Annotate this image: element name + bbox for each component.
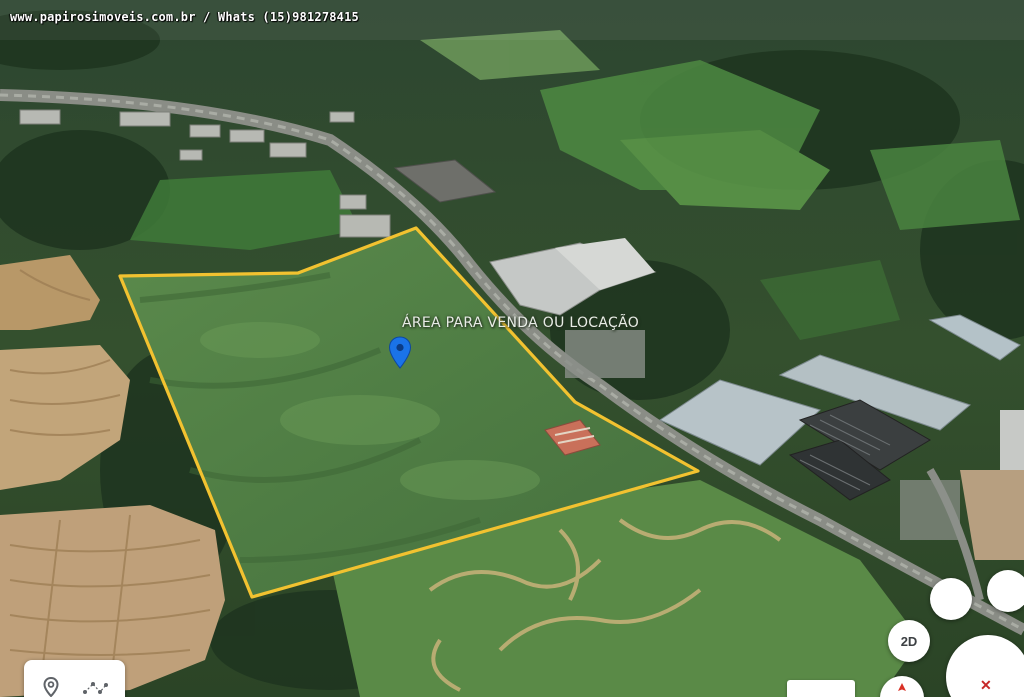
close-icon: ✕ <box>980 677 992 693</box>
view-mode-2d-button[interactable]: 2D <box>888 620 930 662</box>
route-icon[interactable] <box>82 680 108 697</box>
map-control-button[interactable] <box>987 570 1024 612</box>
location-pin-icon[interactable] <box>388 336 412 370</box>
area-label: ÁREA PARA VENDA OU LOCAÇÃO <box>402 315 640 331</box>
bottom-panel[interactable] <box>787 680 855 697</box>
satellite-map[interactable]: www.papirosimoveis.com.br / Whats (15)98… <box>0 0 1024 697</box>
watermark-text: www.papirosimoveis.com.br / Whats (15)98… <box>10 10 359 24</box>
map-control-button[interactable] <box>930 578 972 620</box>
location-marker-icon[interactable] <box>42 676 60 697</box>
compass-icon <box>898 683 906 691</box>
terrain-layer <box>0 0 1024 697</box>
map-tools-panel <box>24 660 125 697</box>
